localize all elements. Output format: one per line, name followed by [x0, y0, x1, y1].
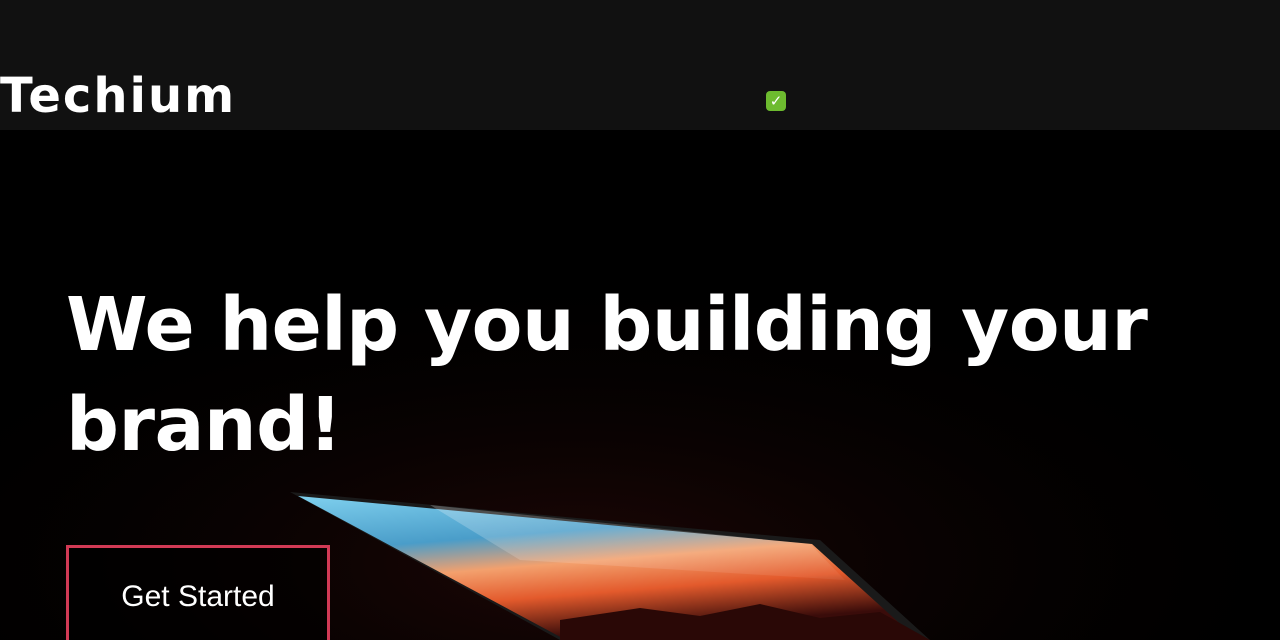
site-logo[interactable]: Techium	[0, 66, 236, 126]
top-navigation-bar: Techium ✓	[0, 0, 1280, 130]
get-started-button[interactable]: Get Started	[66, 545, 330, 640]
hero-headline: We help you building your brand!	[66, 282, 1148, 468]
check-mark-icon: ✓	[766, 91, 786, 111]
hero-section: We help you building your brand! Get Sta…	[0, 130, 1280, 640]
